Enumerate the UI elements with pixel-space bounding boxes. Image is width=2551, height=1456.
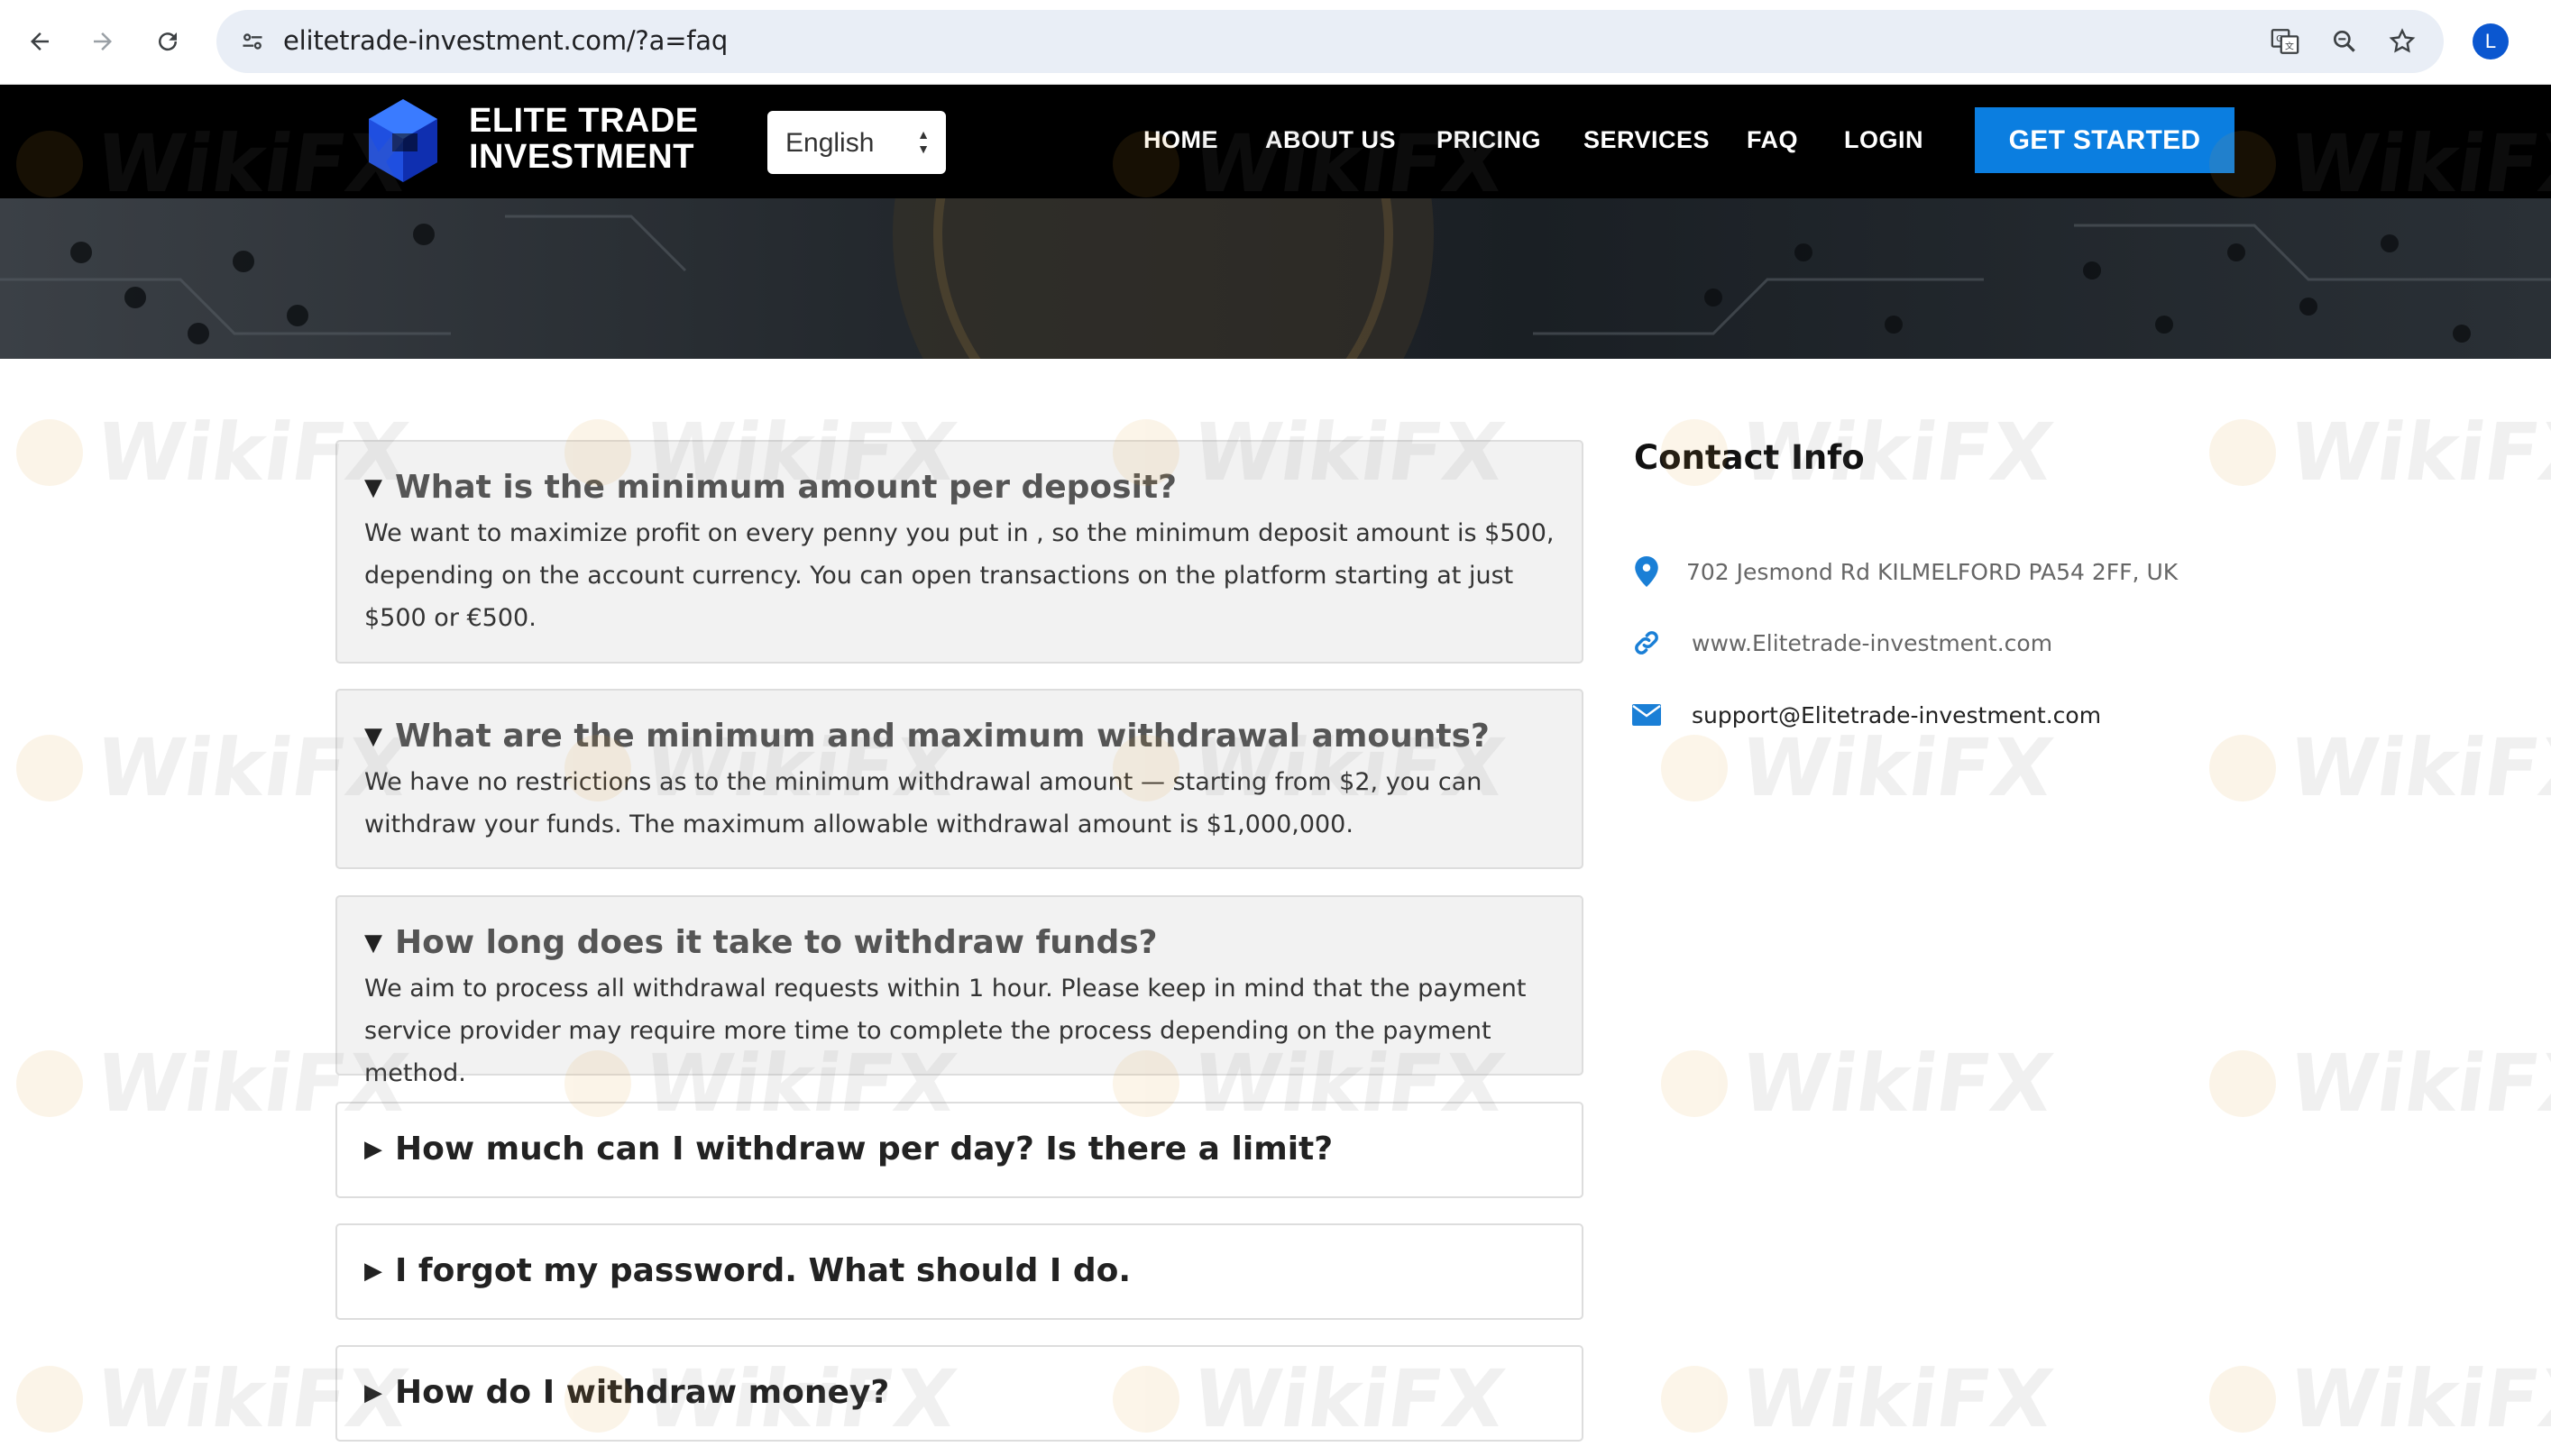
faq-question[interactable]: ▼ What is the minimum amount per deposit… xyxy=(364,469,1177,506)
watermark-logo-icon xyxy=(16,1049,83,1117)
faq-item[interactable]: ▶ How much can I withdraw per day? Is th… xyxy=(335,1102,1583,1198)
language-select[interactable]: English ▲ ▼ xyxy=(767,111,946,174)
faq-item[interactable]: ▼ How long does it take to withdraw fund… xyxy=(335,895,1583,1087)
faq-question[interactable]: ▶ I forgot my password. What should I do… xyxy=(364,1252,1131,1289)
profile-avatar[interactable]: L xyxy=(2473,23,2509,60)
site-header: ELITE TRADE INVESTMENT English ▲ ▼ HOME A… xyxy=(0,85,2551,198)
faq-question[interactable]: ▼ What are the minimum and maximum withd… xyxy=(364,718,1490,755)
collapsed-triangle-icon: ▶ xyxy=(364,1378,382,1406)
watermark-text: WikiFX xyxy=(1735,1037,2060,1130)
faq-item[interactable]: ▶ How do I withdraw money? xyxy=(335,1345,1583,1442)
watermark-logo-icon xyxy=(16,1365,83,1433)
zoom-icon[interactable] xyxy=(2323,20,2366,63)
hero-banner xyxy=(0,198,2551,359)
contact-email[interactable]: support@Elitetrade-investment.com xyxy=(1630,699,2101,731)
bookmark-star-icon[interactable] xyxy=(2381,20,2424,63)
expanded-triangle-icon: ▼ xyxy=(364,473,382,501)
nav-about-us[interactable]: ABOUT US xyxy=(1265,126,1396,154)
watermark: WikiFX xyxy=(1661,1037,2059,1130)
watermark-text: WikiFX xyxy=(2283,721,2551,814)
watermark: WikiFX xyxy=(2209,721,2551,814)
faq-question[interactable]: ▶ How much can I withdraw per day? Is th… xyxy=(364,1131,1333,1168)
logo-text[interactable]: ELITE TRADE INVESTMENT xyxy=(469,103,699,175)
watermark-text: WikiFX xyxy=(1735,721,2060,814)
watermark-logo-icon xyxy=(2209,418,2276,486)
faq-item[interactable]: ▶ I forgot my password. What should I do… xyxy=(335,1223,1583,1320)
get-started-button[interactable]: GET STARTED xyxy=(1975,107,2234,173)
site-info-icon[interactable] xyxy=(231,20,274,63)
collapsed-triangle-icon: ▶ xyxy=(364,1257,382,1285)
reload-icon[interactable] xyxy=(146,20,189,63)
back-icon[interactable] xyxy=(18,20,61,63)
faq-question[interactable]: ▼ How long does it take to withdraw fund… xyxy=(364,924,1158,961)
contact-email-link[interactable]: support@Elitetrade-investment.com xyxy=(1692,702,2101,728)
nav-pricing[interactable]: PRICING xyxy=(1436,126,1541,154)
faq-question-text: I forgot my password. What should I do. xyxy=(395,1252,1132,1289)
nav-login[interactable]: LOGIN xyxy=(1844,126,1923,154)
svg-text:G: G xyxy=(2276,34,2283,44)
faq-question[interactable]: ▶ How do I withdraw money? xyxy=(364,1374,889,1411)
watermark-text: WikiFX xyxy=(1735,1352,2060,1445)
address-bar[interactable]: elitetrade-investment.com/?a=faq G文 xyxy=(216,10,2444,73)
envelope-icon xyxy=(1630,699,1663,731)
watermark-logo-icon xyxy=(1661,734,1728,801)
nav-home[interactable]: HOME xyxy=(1143,126,1218,154)
faq-answer: We have no restrictions as to the minimu… xyxy=(364,768,1482,838)
collapsed-triangle-icon: ▶ xyxy=(364,1135,382,1163)
watermark-text: WikiFX xyxy=(2283,1352,2551,1445)
watermark: WikiFX xyxy=(1661,721,2059,814)
logo-line-1: ELITE TRADE xyxy=(469,102,699,140)
watermark: WikiFX xyxy=(2209,406,2551,499)
contact-website[interactable]: www.Elitetrade-investment.com xyxy=(1630,627,2052,659)
watermark-logo-icon xyxy=(1661,1049,1728,1117)
watermark-text: WikiFX xyxy=(2283,406,2551,499)
watermark-logo-icon xyxy=(1661,1365,1728,1433)
expanded-triangle-icon: ▼ xyxy=(364,929,382,957)
faq-item[interactable]: ▼ What are the minimum and maximum withd… xyxy=(335,689,1583,869)
expanded-triangle-icon: ▼ xyxy=(364,722,382,750)
watermark-logo-icon xyxy=(16,734,83,801)
faq-question-text: How much can I withdraw per day? Is ther… xyxy=(395,1131,1334,1168)
translate-icon[interactable]: G文 xyxy=(2263,20,2307,63)
contact-website-link[interactable]: www.Elitetrade-investment.com xyxy=(1692,630,2052,656)
faq-question-text: How do I withdraw money? xyxy=(395,1374,890,1411)
logo-line-2: INVESTMENT xyxy=(469,138,694,176)
forward-icon[interactable] xyxy=(81,20,124,63)
faq-question-text: What is the minimum amount per deposit? xyxy=(395,469,1178,506)
nav-faq[interactable]: FAQ xyxy=(1747,126,1798,154)
contact-info-title: Contact Info xyxy=(1634,438,1865,477)
faq-item[interactable]: ▼ What is the minimum amount per deposit… xyxy=(335,440,1583,664)
logo-icon[interactable] xyxy=(365,97,441,184)
faq-question-text: How long does it take to withdraw funds? xyxy=(395,924,1158,961)
url-text[interactable]: elitetrade-investment.com/?a=faq xyxy=(283,25,728,56)
select-arrows-icon: ▲ ▼ xyxy=(917,127,930,156)
map-pin-icon xyxy=(1630,555,1663,588)
language-value: English xyxy=(785,128,875,158)
browser-toolbar: elitetrade-investment.com/?a=faq G文 L xyxy=(0,0,2551,85)
faq-answer: We want to maximize profit on every penn… xyxy=(364,519,1555,632)
watermark-text: WikiFX xyxy=(2283,1037,2551,1130)
watermark: WikiFX xyxy=(2209,1352,2551,1445)
watermark-logo-icon xyxy=(2209,1365,2276,1433)
contact-address: 702 Jesmond Rd KILMELFORD PA54 2FF, UK xyxy=(1630,555,2178,588)
faq-question-text: What are the minimum and maximum withdra… xyxy=(395,718,1490,755)
watermark-logo-icon xyxy=(16,418,83,486)
watermark-logo-icon xyxy=(2209,1049,2276,1117)
circuit-background-image xyxy=(0,198,2551,359)
svg-text:文: 文 xyxy=(2285,41,2294,52)
watermark-logo-icon xyxy=(2209,734,2276,801)
link-icon xyxy=(1630,627,1663,659)
faq-answer: We aim to process all withdrawal request… xyxy=(364,975,1527,1087)
watermark: WikiFX xyxy=(1661,1352,2059,1445)
watermark: WikiFX xyxy=(2209,1037,2551,1130)
contact-address-text: 702 Jesmond Rd KILMELFORD PA54 2FF, UK xyxy=(1686,558,2179,585)
nav-services[interactable]: SERVICES xyxy=(1583,126,1710,154)
